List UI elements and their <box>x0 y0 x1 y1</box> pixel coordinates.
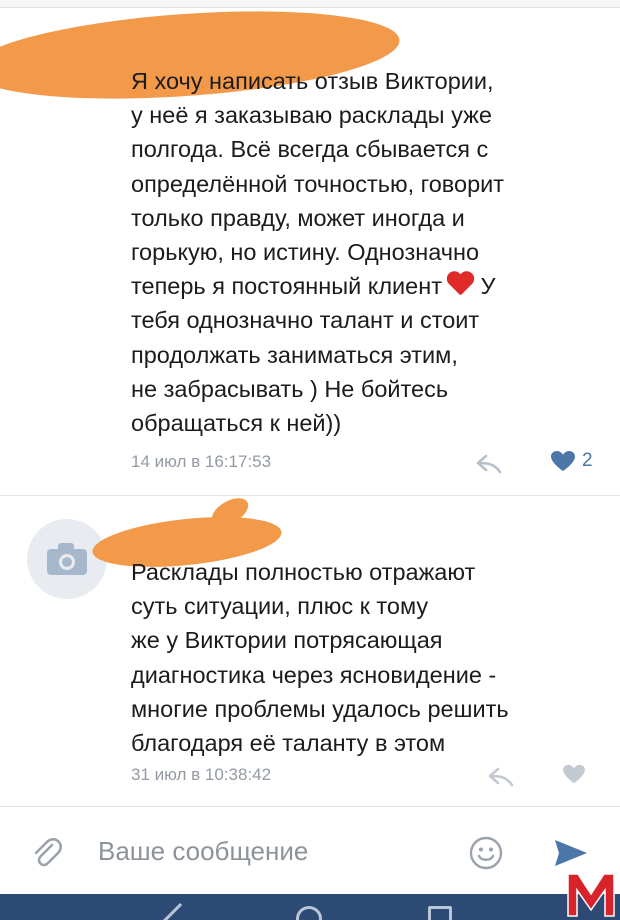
comment-line: не забрасывать ) Не бойтесь <box>131 375 449 402</box>
back-icon[interactable] <box>163 903 197 920</box>
watermark-logo <box>567 873 615 917</box>
comment-item: Я хочу написать отзыв Виктории, у неё я … <box>0 0 620 496</box>
comment-line: определённой точностью, говорит <box>131 170 505 197</box>
comment-timestamp: 31 июл в 10:38:42 <box>131 765 272 784</box>
system-navigation-bar <box>0 894 620 920</box>
comment-timestamp: 14 июл в 16:17:53 <box>131 452 272 471</box>
comment-text: Я хочу написать отзыв Виктории, у неё я … <box>131 64 601 440</box>
like-count: 2 <box>582 450 593 471</box>
reply-arrow-icon[interactable] <box>476 454 502 474</box>
heart-icon <box>551 451 575 471</box>
comment-text: Расклады полностью отражают суть ситуаци… <box>131 555 601 760</box>
comment-line: суть ситуации, плюс к тому <box>131 593 429 620</box>
comment-line: только правду, может иногда и <box>131 204 465 231</box>
comment-item: Расклады полностью отражают суть ситуаци… <box>0 492 620 807</box>
home-icon[interactable] <box>296 906 322 920</box>
comment-line: теперь я постоянный клиент <box>131 273 442 300</box>
comment-line: продолжать заниматься этим, <box>131 341 458 368</box>
comment-line: полгода. Всё всегда сбывается с <box>131 136 489 163</box>
top-divider <box>0 0 620 8</box>
smiley-icon[interactable] <box>469 836 503 870</box>
avatar[interactable] <box>27 519 107 599</box>
reply-arrow-icon[interactable] <box>488 767 514 787</box>
message-input[interactable] <box>98 830 438 872</box>
message-composer <box>0 808 620 894</box>
camera-icon-lens <box>59 554 75 570</box>
comment-line: диагностика через ясновидение - <box>131 661 497 688</box>
like-button[interactable]: 2 <box>550 450 593 472</box>
comment-line: Расклады полностью отражают <box>131 559 476 585</box>
comment-line-with-emoji: теперь я постоянный клиент У <box>131 269 601 303</box>
send-arrow-icon[interactable] <box>553 838 589 868</box>
comment-line: благодаря её таланту в этом <box>131 730 446 757</box>
comment-line: обращаться к ней)) <box>131 410 342 437</box>
recent-apps-icon[interactable] <box>428 906 452 920</box>
red-heart-emoji-icon <box>446 272 474 298</box>
paperclip-icon[interactable] <box>30 836 64 870</box>
comment-line-continuation: У <box>480 273 496 300</box>
comment-line: горькую, но истину. Однозначно <box>131 239 480 266</box>
comment-line: у неё я заказываю расклады уже <box>131 102 492 129</box>
comment-line: тебя однозначно талант и стоит <box>131 307 480 334</box>
comment-line: многие проблемы удалось решить <box>131 695 509 722</box>
comment-line: же у Виктории потрясающая <box>131 627 443 654</box>
comment-line: Я хочу написать отзыв Виктории, <box>131 68 494 94</box>
heart-icon <box>563 764 585 784</box>
like-button[interactable] <box>562 764 586 784</box>
